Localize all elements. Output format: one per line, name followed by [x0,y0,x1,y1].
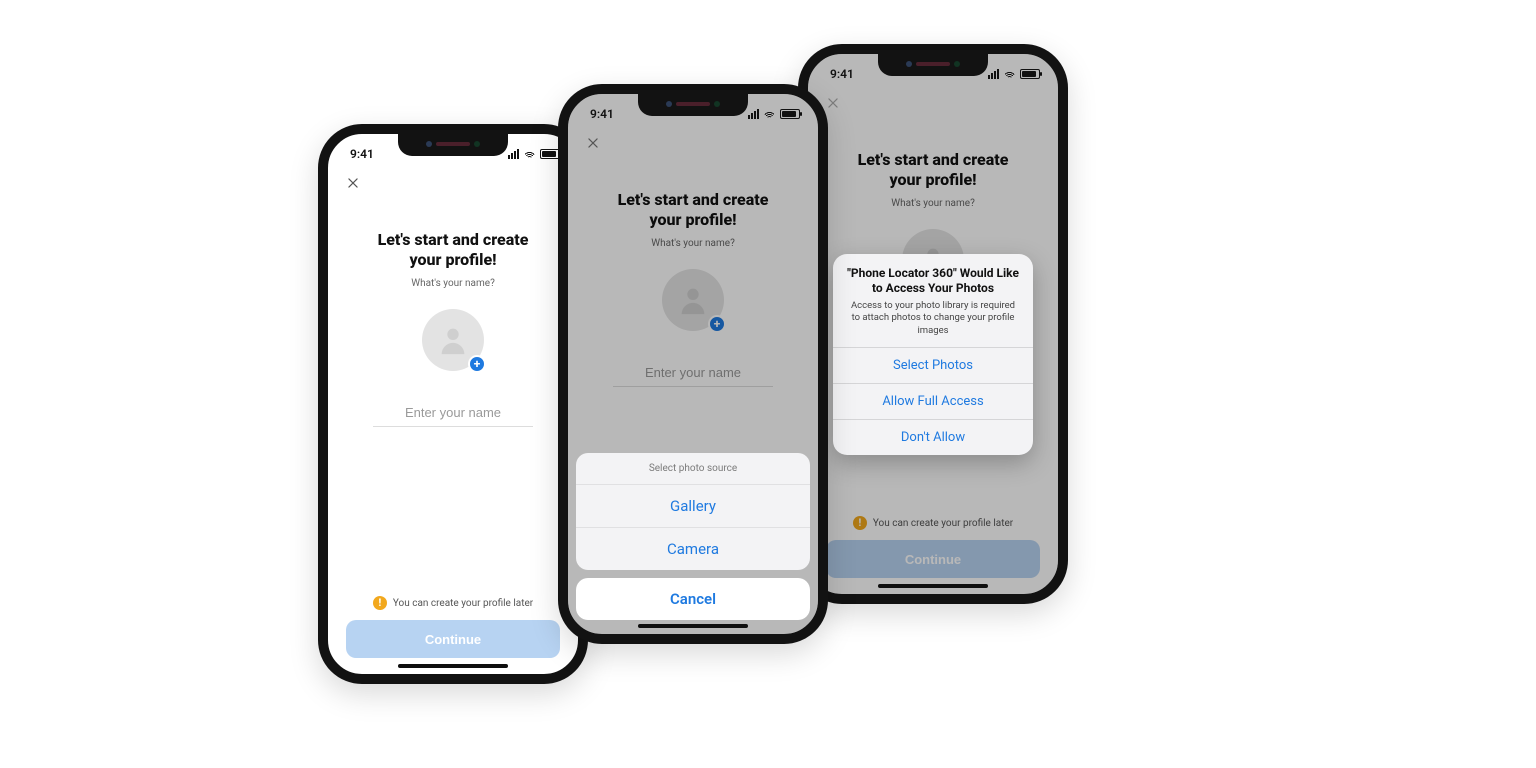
battery-icon [780,109,800,119]
status-icons [988,69,1040,79]
photo-source-action-sheet: Select photo source Gallery Camera Cance… [576,453,810,620]
wifi-icon [763,109,776,119]
status-icons [508,149,560,159]
add-photo-badge[interactable]: + [468,355,486,373]
cellular-icon [508,149,519,159]
cellular-icon [988,69,999,79]
name-input[interactable] [613,359,773,387]
alert-dont-allow[interactable]: Don't Allow [833,419,1033,455]
home-indicator[interactable] [398,664,508,668]
status-time: 9:41 [830,67,854,81]
page-title: Let's start and createyour profile! [858,150,1009,190]
person-icon [676,283,710,317]
close-button[interactable] [582,132,604,154]
status-time: 9:41 [350,147,374,161]
status-icons [748,109,800,119]
home-indicator[interactable] [878,584,988,588]
battery-icon [1020,69,1040,79]
page-subtitle: What's your name? [411,278,495,289]
battery-icon [540,149,560,159]
page-title: Let's start and createyour profile! [378,230,529,270]
info-icon: ! [373,596,387,610]
cellular-icon [748,109,759,119]
create-later-text: You can create your profile later [393,598,533,609]
name-input[interactable] [373,399,533,427]
alert-message: Access to your photo library is required… [847,300,1019,337]
photo-permission-alert: "Phone Locator 360" Would Like to Access… [833,254,1033,455]
home-indicator[interactable] [638,624,748,628]
page-subtitle: What's your name? [651,238,735,249]
create-later-text: You can create your profile later [873,518,1013,529]
alert-allow-full-access[interactable]: Allow Full Access [833,383,1033,419]
avatar-picker[interactable]: + [662,269,724,331]
action-sheet-title: Select photo source [576,453,810,485]
alert-title: "Phone Locator 360" Would Like to Access… [847,266,1019,296]
close-button[interactable] [822,92,844,114]
person-icon [436,323,470,357]
page-subtitle: What's your name? [891,198,975,209]
action-sheet-cancel[interactable]: Cancel [576,578,810,620]
status-time: 9:41 [590,107,614,121]
close-icon [346,176,360,190]
close-icon [586,136,600,150]
wifi-icon [523,149,536,159]
create-later-note: ! You can create your profile later [373,596,533,610]
create-later-note: ! You can create your profile later [853,516,1013,530]
add-photo-badge[interactable]: + [708,315,726,333]
avatar-picker[interactable]: + [422,309,484,371]
info-icon: ! [853,516,867,530]
continue-button[interactable]: Continue [826,540,1040,578]
action-sheet-camera[interactable]: Camera [576,528,810,570]
wifi-icon [1003,69,1016,79]
alert-select-photos[interactable]: Select Photos [833,347,1033,383]
page-title: Let's start and createyour profile! [618,190,769,230]
close-button[interactable] [342,172,364,194]
continue-button[interactable]: Continue [346,620,560,658]
action-sheet-gallery[interactable]: Gallery [576,485,810,528]
close-icon [826,96,840,110]
